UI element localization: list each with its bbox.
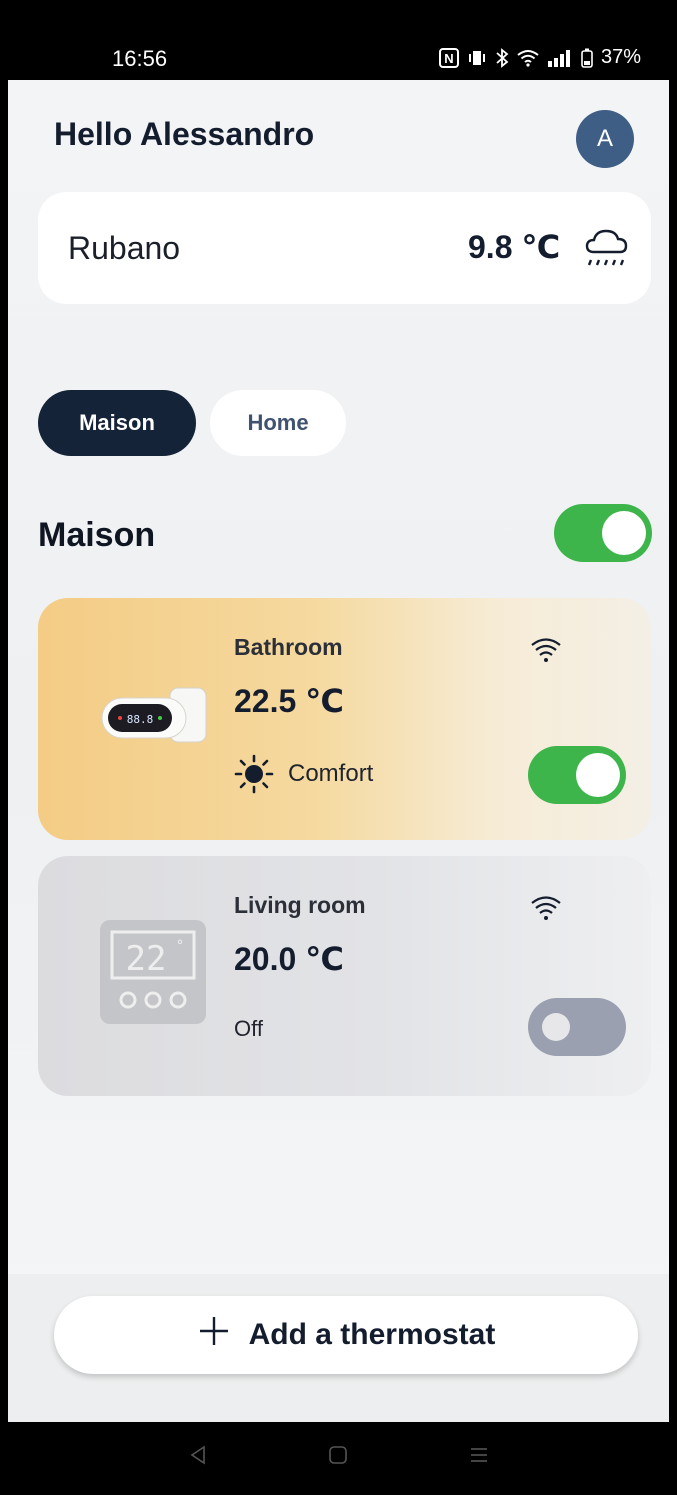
weather-temperature: 9.8 ℃ bbox=[468, 229, 561, 265]
group-tabs: Maison Home bbox=[38, 390, 346, 456]
add-thermostat-button[interactable]: Add a thermostat bbox=[54, 1296, 638, 1374]
tab-maison[interactable]: Maison bbox=[38, 390, 196, 456]
phone-screen: 16:56 N 37% Hello Alessandro A Rubano 9.… bbox=[8, 8, 669, 1487]
toggle-knob bbox=[576, 753, 620, 797]
svg-text:N: N bbox=[444, 51, 453, 66]
signal-icon bbox=[547, 49, 573, 67]
mode-label: Comfort bbox=[288, 760, 374, 787]
vibrate-icon bbox=[467, 48, 487, 68]
rain-cloud-icon bbox=[585, 229, 628, 266]
thermostat-toggle[interactable] bbox=[528, 998, 626, 1056]
add-thermostat-label: Add a thermostat bbox=[248, 1318, 496, 1351]
svg-text:22: 22 bbox=[126, 939, 167, 979]
weather-card: Rubano 9.8 ℃ bbox=[38, 192, 651, 304]
mode-label: Off bbox=[234, 1016, 263, 1041]
status-time: 16:56 bbox=[112, 46, 168, 71]
home-icon[interactable] bbox=[322, 1439, 354, 1471]
greeting: Hello Alessandro bbox=[54, 116, 315, 152]
section-title: Maison bbox=[38, 516, 156, 554]
status-bar: 16:56 N 37% bbox=[8, 8, 669, 80]
nfc-icon: N bbox=[438, 47, 459, 68]
thermostat-temperature: 22.5 ℃ bbox=[234, 683, 344, 719]
thermostat-toggle[interactable] bbox=[528, 746, 626, 804]
svg-text:88.8: 88.8 bbox=[127, 713, 154, 726]
battery-icon bbox=[581, 48, 593, 68]
thermostat-mode: Off bbox=[234, 1016, 263, 1042]
bluetooth-icon bbox=[495, 47, 509, 68]
thermostat-mode: Comfort bbox=[234, 754, 373, 794]
status-icons: N 37% bbox=[438, 46, 641, 69]
system-nav-bar bbox=[8, 1422, 669, 1487]
wifi-icon bbox=[531, 896, 561, 920]
recents-icon[interactable] bbox=[463, 1439, 495, 1471]
thermostat-temperature: 20.0 ℃ bbox=[234, 941, 344, 977]
section-toggle[interactable] bbox=[554, 504, 652, 562]
thermostat-name: Bathroom bbox=[234, 634, 343, 660]
avatar[interactable]: A bbox=[576, 110, 634, 168]
toggle-knob bbox=[542, 1013, 570, 1041]
thermostat-card-living-room[interactable]: 22 ° Living room 20.0 ℃ Off bbox=[38, 856, 651, 1096]
back-icon[interactable] bbox=[182, 1439, 214, 1471]
thermostat-device-icon: 22 ° bbox=[100, 920, 206, 1024]
tab-home[interactable]: Home bbox=[210, 390, 346, 456]
thermostat-name: Living room bbox=[234, 892, 366, 918]
weather-city: Rubano bbox=[68, 230, 181, 266]
wifi-status-icon bbox=[517, 49, 539, 67]
sun-icon bbox=[234, 754, 274, 794]
plus-icon bbox=[197, 1313, 231, 1358]
radiator-valve-icon: 88.8 bbox=[101, 687, 207, 743]
battery-percent: 37% bbox=[600, 46, 641, 68]
toggle-knob bbox=[602, 511, 646, 555]
thermostat-card-bathroom[interactable]: 88.8 Bathroom 22.5 ℃ Comfort bbox=[38, 598, 651, 840]
wifi-icon bbox=[531, 638, 561, 662]
svg-text:°: ° bbox=[177, 938, 184, 954]
app-body: Hello Alessandro A Rubano 9.8 ℃ Maison H… bbox=[8, 80, 669, 1420]
